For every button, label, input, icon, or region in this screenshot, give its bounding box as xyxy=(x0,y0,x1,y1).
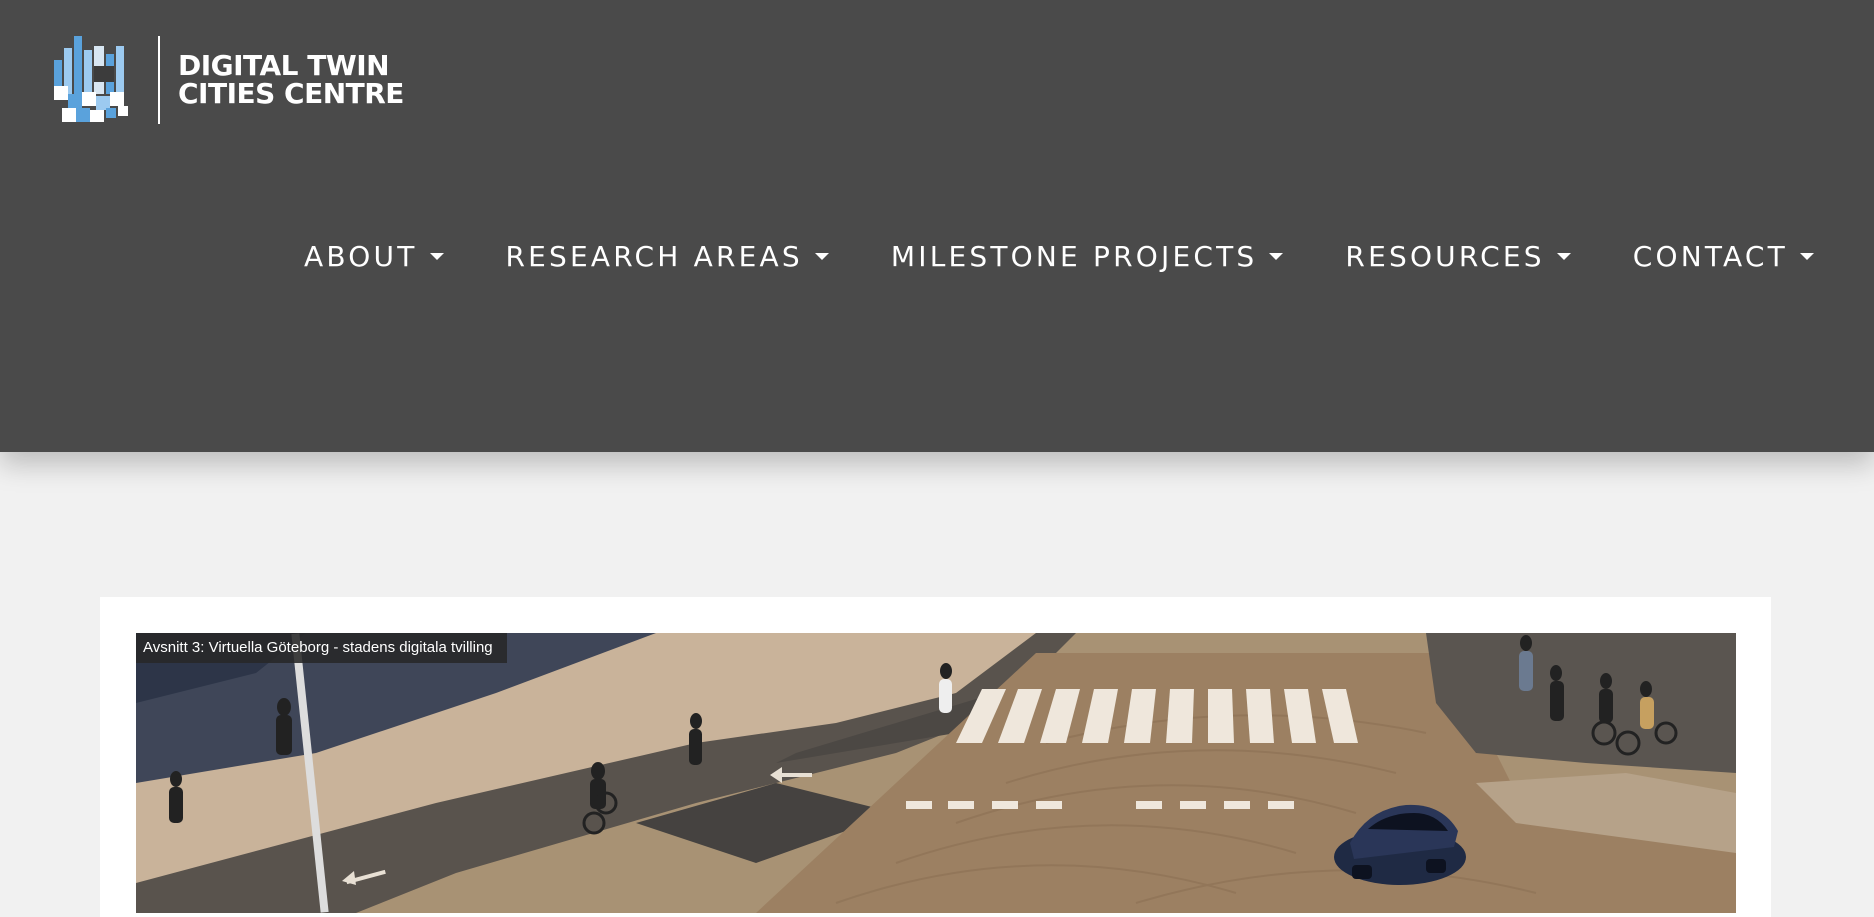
logo-mark-icon xyxy=(54,36,128,122)
logo-line-1: DIGITAL TWIN xyxy=(178,49,390,82)
video-title[interactable]: Avsnitt 3: Virtuella Göteborg - stadens … xyxy=(136,633,507,663)
site-logo[interactable]: DIGITAL TWIN CITIES CENTRE xyxy=(52,36,404,124)
caret-down-icon xyxy=(814,253,829,260)
caret-down-icon xyxy=(1269,253,1284,260)
nav-item-label: ABOUT xyxy=(304,240,418,273)
nav-item-resources[interactable]: RESOURCES xyxy=(1345,240,1571,273)
nav-item-research-areas[interactable]: RESEARCH AREAS xyxy=(506,240,829,273)
caret-down-icon xyxy=(429,253,444,260)
nav-item-label: RESEARCH AREAS xyxy=(505,240,803,273)
video-player[interactable]: Avsnitt 3: Virtuella Göteborg - stadens … xyxy=(136,633,1736,913)
video-thumbnail xyxy=(136,633,1736,913)
main-nav: ABOUT RESEARCH AREAS MILESTONE PROJECTS … xyxy=(304,240,1814,273)
nav-item-contact[interactable]: CONTACT xyxy=(1633,240,1814,273)
logo-divider xyxy=(158,36,160,124)
nav-item-label: RESOURCES xyxy=(1345,240,1545,273)
nav-item-milestone-projects[interactable]: MILESTONE PROJECTS xyxy=(891,240,1284,273)
content-card: Avsnitt 3: Virtuella Göteborg - stadens … xyxy=(100,597,1771,917)
site-header: DIGITAL TWIN CITIES CENTRE ABOUT RESEARC… xyxy=(0,0,1874,452)
nav-item-label: CONTACT xyxy=(1632,240,1788,273)
logo-wordmark: DIGITAL TWIN CITIES CENTRE xyxy=(178,52,404,108)
logo-line-2: CITIES CENTRE xyxy=(178,77,404,110)
nav-item-label: MILESTONE PROJECTS xyxy=(890,240,1258,273)
caret-down-icon xyxy=(1556,253,1571,260)
nav-item-about[interactable]: ABOUT xyxy=(304,240,444,273)
caret-down-icon xyxy=(1799,253,1814,260)
